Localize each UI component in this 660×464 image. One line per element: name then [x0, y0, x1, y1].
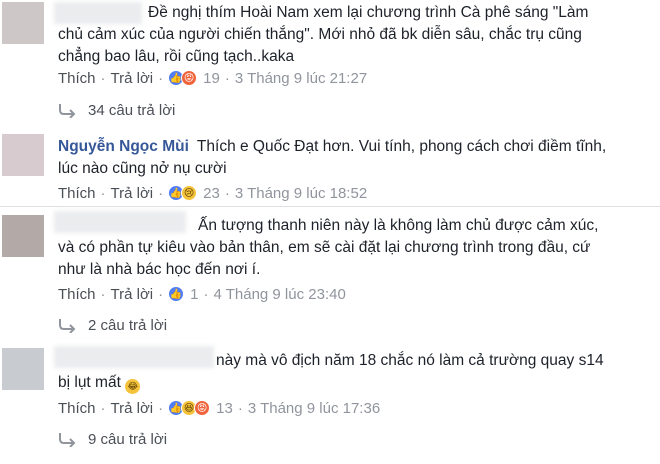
replies-count: 34 câu trả lời [88, 101, 176, 119]
comment-line: chủ cảm xúc của người chiến thắng". Mới … [58, 26, 582, 43]
comment-line: Nguyễn Ngọc Mùi Thích e Quốc Đạt hơn. Vu… [58, 136, 648, 158]
separator-dot: · [100, 184, 106, 202]
reactions[interactable]: 👍 [168, 286, 185, 302]
reply-link[interactable]: Trả lời [111, 286, 154, 303]
like-link[interactable]: Thích [58, 185, 96, 202]
reaction-count: 13 [216, 399, 233, 417]
timestamp[interactable]: 3 Tháng 9 lúc 21:27 [235, 70, 367, 87]
separator-dot: · [158, 184, 164, 202]
timestamp[interactable]: 3 Tháng 9 lúc 18:52 [235, 185, 367, 202]
reply-link[interactable]: Trả lời [111, 400, 154, 417]
separator-dot: · [100, 285, 106, 303]
reaction-count: 19 [203, 69, 220, 87]
separator-dot: · [224, 69, 230, 87]
like-link[interactable]: Thích [58, 400, 96, 417]
reaction-count: 1 [190, 285, 199, 303]
comment-line: lúc nào cũng nở nụ cười [58, 160, 227, 177]
reaction-count: 23 [203, 184, 220, 202]
separator-dot: · [158, 399, 164, 417]
like-link[interactable]: Thích [58, 286, 96, 303]
reply-arrow-icon [59, 433, 76, 447]
comment-line: này mà vô địch năm 18 chắc nó làm cả trư… [216, 352, 604, 369]
replies-count: 2 câu trả lời [88, 316, 168, 334]
reactions[interactable]: 👍 😡 [168, 70, 198, 86]
laughing-emoji-icon: 😂 [125, 379, 141, 394]
reactions[interactable]: 👍 😆 😡 [168, 400, 211, 416]
reactions[interactable]: 👍 😢 [168, 185, 198, 201]
comment-line-text: Thích e Quốc Đạt hơn. Vui tính, phong cá… [196, 138, 607, 155]
comment-line: như là nhà bác học đến nơi í. [58, 261, 261, 278]
comment-line-text: bị lụt mất [58, 374, 121, 391]
comment-text: Nguyễn Ngọc Mùi Thích e Quốc Đạt hơn. Vu… [58, 136, 648, 180]
comment-line: và có phần tự kiêu vào bản thân, em sẽ c… [58, 239, 591, 256]
timestamp[interactable]: 3 Tháng 9 lúc 17:36 [248, 400, 380, 417]
reply-link[interactable]: Trả lời [111, 70, 154, 87]
reply-arrow-icon [59, 104, 76, 118]
author-name[interactable]: Nguyễn Ngọc Mùi [58, 138, 189, 155]
comment-text: này mà vô địch năm 18 chắc nó làm cả trư… [58, 350, 648, 394]
divider [0, 206, 660, 207]
avatar[interactable] [2, 348, 44, 390]
comment-line: bị lụt mất 😂 [58, 372, 648, 394]
comment-line: Đề nghị thím Hoài Nam xem lại chương trì… [148, 4, 589, 21]
comment-text: Ấn tượng thanh niên này là không làm chủ… [58, 215, 648, 281]
separator-dot: · [237, 399, 243, 417]
separator-dot: · [100, 69, 106, 87]
replies-count: 9 câu trả lời [88, 430, 168, 448]
view-replies-link[interactable]: 9 câu trả lời [58, 429, 167, 449]
separator-dot: · [158, 69, 164, 87]
angry-icon: 😡 [194, 400, 211, 416]
comment-actions: Thích · Trả lời · 👍 😆 😡 13 · 3 Tháng 9 l… [58, 397, 380, 419]
comment-text: Đề nghị thím Hoài Nam xem lại chương trì… [58, 2, 648, 68]
reply-arrow-icon [59, 319, 76, 333]
comment-actions: Thích · Trả lời · 👍 1 · 4 Tháng 9 lúc 23… [58, 283, 346, 305]
avatar[interactable] [2, 2, 44, 44]
separator-dot: · [158, 285, 164, 303]
comment-actions: Thích · Trả lời · 👍 😡 19 · 3 Tháng 9 lúc… [58, 67, 367, 89]
comment-line: Ấn tượng thanh niên này là không làm chủ… [198, 217, 599, 234]
view-replies-link[interactable]: 2 câu trả lời [58, 315, 167, 335]
separator-dot: · [100, 399, 106, 417]
avatar[interactable] [2, 215, 44, 257]
view-replies-link[interactable]: 34 câu trả lời [58, 100, 175, 120]
sad-icon: 😢 [181, 185, 198, 201]
comment-actions: Thích · Trả lời · 👍 😢 23 · 3 Tháng 9 lúc… [58, 182, 367, 204]
like-icon: 👍 [168, 286, 185, 302]
like-link[interactable]: Thích [58, 70, 96, 87]
separator-dot: · [224, 184, 230, 202]
timestamp[interactable]: 4 Tháng 9 lúc 23:40 [213, 286, 345, 303]
comment-line: chẳng bao lâu, rồi cũng tạch..kaka [58, 48, 295, 65]
angry-icon: 😡 [181, 70, 198, 86]
separator-dot: · [203, 285, 209, 303]
avatar[interactable] [2, 134, 44, 176]
reply-link[interactable]: Trả lời [111, 185, 154, 202]
